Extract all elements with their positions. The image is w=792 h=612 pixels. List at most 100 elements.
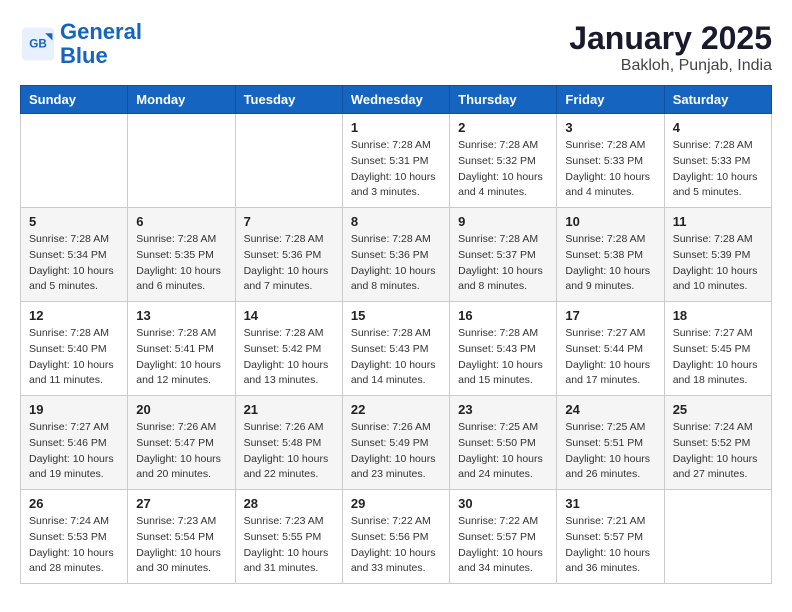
calendar-cell: 27 Sunrise: 7:23 AM Sunset: 5:54 PM Dayli… bbox=[128, 490, 235, 584]
calendar-cell: 10 Sunrise: 7:28 AM Sunset: 5:38 PM Dayli… bbox=[557, 208, 664, 302]
day-info: Sunrise: 7:27 AM Sunset: 5:46 PM Dayligh… bbox=[29, 420, 119, 483]
day-number: 31 bbox=[565, 496, 655, 511]
day-info: Sunrise: 7:28 AM Sunset: 5:35 PM Dayligh… bbox=[136, 232, 226, 295]
week-row-3: 12 Sunrise: 7:28 AM Sunset: 5:40 PM Dayli… bbox=[21, 302, 772, 396]
calendar-cell: 5 Sunrise: 7:28 AM Sunset: 5:34 PM Daylig… bbox=[21, 208, 128, 302]
calendar-cell: 25 Sunrise: 7:24 AM Sunset: 5:52 PM Dayli… bbox=[664, 396, 771, 490]
day-number: 21 bbox=[244, 402, 334, 417]
day-number: 22 bbox=[351, 402, 441, 417]
day-number: 16 bbox=[458, 308, 548, 323]
page-header: GB General Blue January 2025 Bakloh, Pun… bbox=[20, 20, 772, 75]
day-info: Sunrise: 7:28 AM Sunset: 5:42 PM Dayligh… bbox=[244, 326, 334, 389]
day-info: Sunrise: 7:28 AM Sunset: 5:31 PM Dayligh… bbox=[351, 138, 441, 201]
calendar-cell: 15 Sunrise: 7:28 AM Sunset: 5:43 PM Dayli… bbox=[342, 302, 449, 396]
day-info: Sunrise: 7:22 AM Sunset: 5:56 PM Dayligh… bbox=[351, 514, 441, 577]
day-info: Sunrise: 7:25 AM Sunset: 5:50 PM Dayligh… bbox=[458, 420, 548, 483]
day-info: Sunrise: 7:28 AM Sunset: 5:36 PM Dayligh… bbox=[351, 232, 441, 295]
day-number: 14 bbox=[244, 308, 334, 323]
day-info: Sunrise: 7:23 AM Sunset: 5:54 PM Dayligh… bbox=[136, 514, 226, 577]
calendar-cell bbox=[235, 114, 342, 208]
day-info: Sunrise: 7:28 AM Sunset: 5:38 PM Dayligh… bbox=[565, 232, 655, 295]
day-number: 23 bbox=[458, 402, 548, 417]
calendar-cell: 19 Sunrise: 7:27 AM Sunset: 5:46 PM Dayli… bbox=[21, 396, 128, 490]
day-info: Sunrise: 7:28 AM Sunset: 5:43 PM Dayligh… bbox=[351, 326, 441, 389]
calendar-cell: 4Sunrise: 7:28 AM Sunset: 5:33 PM Daylig… bbox=[664, 114, 771, 208]
day-info: Sunrise: 7:28 AM Sunset: 5:40 PM Dayligh… bbox=[29, 326, 119, 389]
day-number: 25 bbox=[673, 402, 763, 417]
calendar-cell: 20 Sunrise: 7:26 AM Sunset: 5:47 PM Dayli… bbox=[128, 396, 235, 490]
weekday-header-row: SundayMondayTuesdayWednesdayThursdayFrid… bbox=[21, 86, 772, 114]
day-number: 19 bbox=[29, 402, 119, 417]
day-info: Sunrise: 7:26 AM Sunset: 5:47 PM Dayligh… bbox=[136, 420, 226, 483]
day-info: Sunrise: 7:26 AM Sunset: 5:49 PM Dayligh… bbox=[351, 420, 441, 483]
day-number: 12 bbox=[29, 308, 119, 323]
day-info: Sunrise: 7:28 AM Sunset: 5:39 PM Dayligh… bbox=[673, 232, 763, 295]
calendar-cell: 14 Sunrise: 7:28 AM Sunset: 5:42 PM Dayli… bbox=[235, 302, 342, 396]
day-info: Sunrise: 7:28 AM Sunset: 5:33 PM Dayligh… bbox=[565, 138, 655, 201]
calendar-cell bbox=[21, 114, 128, 208]
weekday-header-wednesday: Wednesday bbox=[342, 86, 449, 114]
day-number: 17 bbox=[565, 308, 655, 323]
logo: GB General Blue bbox=[20, 20, 142, 68]
calendar-cell: 6 Sunrise: 7:28 AM Sunset: 5:35 PM Daylig… bbox=[128, 208, 235, 302]
day-number: 26 bbox=[29, 496, 119, 511]
day-number: 24 bbox=[565, 402, 655, 417]
day-number: 13 bbox=[136, 308, 226, 323]
day-number: 5 bbox=[29, 214, 119, 229]
day-number: 27 bbox=[136, 496, 226, 511]
day-number: 2 bbox=[458, 120, 548, 135]
weekday-header-saturday: Saturday bbox=[664, 86, 771, 114]
calendar-cell: 24 Sunrise: 7:25 AM Sunset: 5:51 PM Dayli… bbox=[557, 396, 664, 490]
day-info: Sunrise: 7:23 AM Sunset: 5:55 PM Dayligh… bbox=[244, 514, 334, 577]
day-info: Sunrise: 7:24 AM Sunset: 5:52 PM Dayligh… bbox=[673, 420, 763, 483]
calendar-table: SundayMondayTuesdayWednesdayThursdayFrid… bbox=[20, 85, 772, 584]
weekday-header-sunday: Sunday bbox=[21, 86, 128, 114]
day-number: 30 bbox=[458, 496, 548, 511]
day-number: 15 bbox=[351, 308, 441, 323]
calendar-cell: 8Sunrise: 7:28 AM Sunset: 5:36 PM Daylig… bbox=[342, 208, 449, 302]
day-info: Sunrise: 7:26 AM Sunset: 5:48 PM Dayligh… bbox=[244, 420, 334, 483]
calendar-cell: 16 Sunrise: 7:28 AM Sunset: 5:43 PM Dayli… bbox=[450, 302, 557, 396]
day-number: 18 bbox=[673, 308, 763, 323]
weekday-header-thursday: Thursday bbox=[450, 86, 557, 114]
weekday-header-tuesday: Tuesday bbox=[235, 86, 342, 114]
calendar-cell: 22 Sunrise: 7:26 AM Sunset: 5:49 PM Dayli… bbox=[342, 396, 449, 490]
day-info: Sunrise: 7:28 AM Sunset: 5:32 PM Dayligh… bbox=[458, 138, 548, 201]
calendar-cell: 21 Sunrise: 7:26 AM Sunset: 5:48 PM Dayli… bbox=[235, 396, 342, 490]
calendar-cell: 30 Sunrise: 7:22 AM Sunset: 5:57 PM Dayli… bbox=[450, 490, 557, 584]
calendar-cell: 1Sunrise: 7:28 AM Sunset: 5:31 PM Daylig… bbox=[342, 114, 449, 208]
calendar-cell: 3Sunrise: 7:28 AM Sunset: 5:33 PM Daylig… bbox=[557, 114, 664, 208]
day-number: 11 bbox=[673, 214, 763, 229]
calendar-cell: 7Sunrise: 7:28 AM Sunset: 5:36 PM Daylig… bbox=[235, 208, 342, 302]
day-number: 9 bbox=[458, 214, 548, 229]
calendar-cell: 29Sunrise: 7:22 AM Sunset: 5:56 PM Dayli… bbox=[342, 490, 449, 584]
day-number: 4 bbox=[673, 120, 763, 135]
day-info: Sunrise: 7:24 AM Sunset: 5:53 PM Dayligh… bbox=[29, 514, 119, 577]
day-number: 10 bbox=[565, 214, 655, 229]
day-info: Sunrise: 7:22 AM Sunset: 5:57 PM Dayligh… bbox=[458, 514, 548, 577]
calendar-cell: 17 Sunrise: 7:27 AM Sunset: 5:44 PM Dayli… bbox=[557, 302, 664, 396]
calendar-cell: 26 Sunrise: 7:24 AM Sunset: 5:53 PM Dayli… bbox=[21, 490, 128, 584]
week-row-2: 5 Sunrise: 7:28 AM Sunset: 5:34 PM Daylig… bbox=[21, 208, 772, 302]
day-info: Sunrise: 7:27 AM Sunset: 5:45 PM Dayligh… bbox=[673, 326, 763, 389]
day-number: 20 bbox=[136, 402, 226, 417]
calendar-cell: 23 Sunrise: 7:25 AM Sunset: 5:50 PM Dayli… bbox=[450, 396, 557, 490]
calendar-cell: 12 Sunrise: 7:28 AM Sunset: 5:40 PM Dayli… bbox=[21, 302, 128, 396]
weekday-header-monday: Monday bbox=[128, 86, 235, 114]
calendar-cell: 9Sunrise: 7:28 AM Sunset: 5:37 PM Daylig… bbox=[450, 208, 557, 302]
day-info: Sunrise: 7:27 AM Sunset: 5:44 PM Dayligh… bbox=[565, 326, 655, 389]
calendar-cell bbox=[664, 490, 771, 584]
week-row-4: 19 Sunrise: 7:27 AM Sunset: 5:46 PM Dayli… bbox=[21, 396, 772, 490]
calendar-cell: 13Sunrise: 7:28 AM Sunset: 5:41 PM Dayli… bbox=[128, 302, 235, 396]
title-block: January 2025 Bakloh, Punjab, India bbox=[569, 20, 772, 75]
day-info: Sunrise: 7:28 AM Sunset: 5:34 PM Dayligh… bbox=[29, 232, 119, 295]
day-number: 6 bbox=[136, 214, 226, 229]
day-info: Sunrise: 7:28 AM Sunset: 5:36 PM Dayligh… bbox=[244, 232, 334, 295]
calendar-cell: 28Sunrise: 7:23 AM Sunset: 5:55 PM Dayli… bbox=[235, 490, 342, 584]
calendar-cell: 31 Sunrise: 7:21 AM Sunset: 5:57 PM Dayli… bbox=[557, 490, 664, 584]
week-row-1: 1Sunrise: 7:28 AM Sunset: 5:31 PM Daylig… bbox=[21, 114, 772, 208]
day-info: Sunrise: 7:25 AM Sunset: 5:51 PM Dayligh… bbox=[565, 420, 655, 483]
day-info: Sunrise: 7:28 AM Sunset: 5:43 PM Dayligh… bbox=[458, 326, 548, 389]
location: Bakloh, Punjab, India bbox=[569, 57, 772, 75]
day-info: Sunrise: 7:21 AM Sunset: 5:57 PM Dayligh… bbox=[565, 514, 655, 577]
